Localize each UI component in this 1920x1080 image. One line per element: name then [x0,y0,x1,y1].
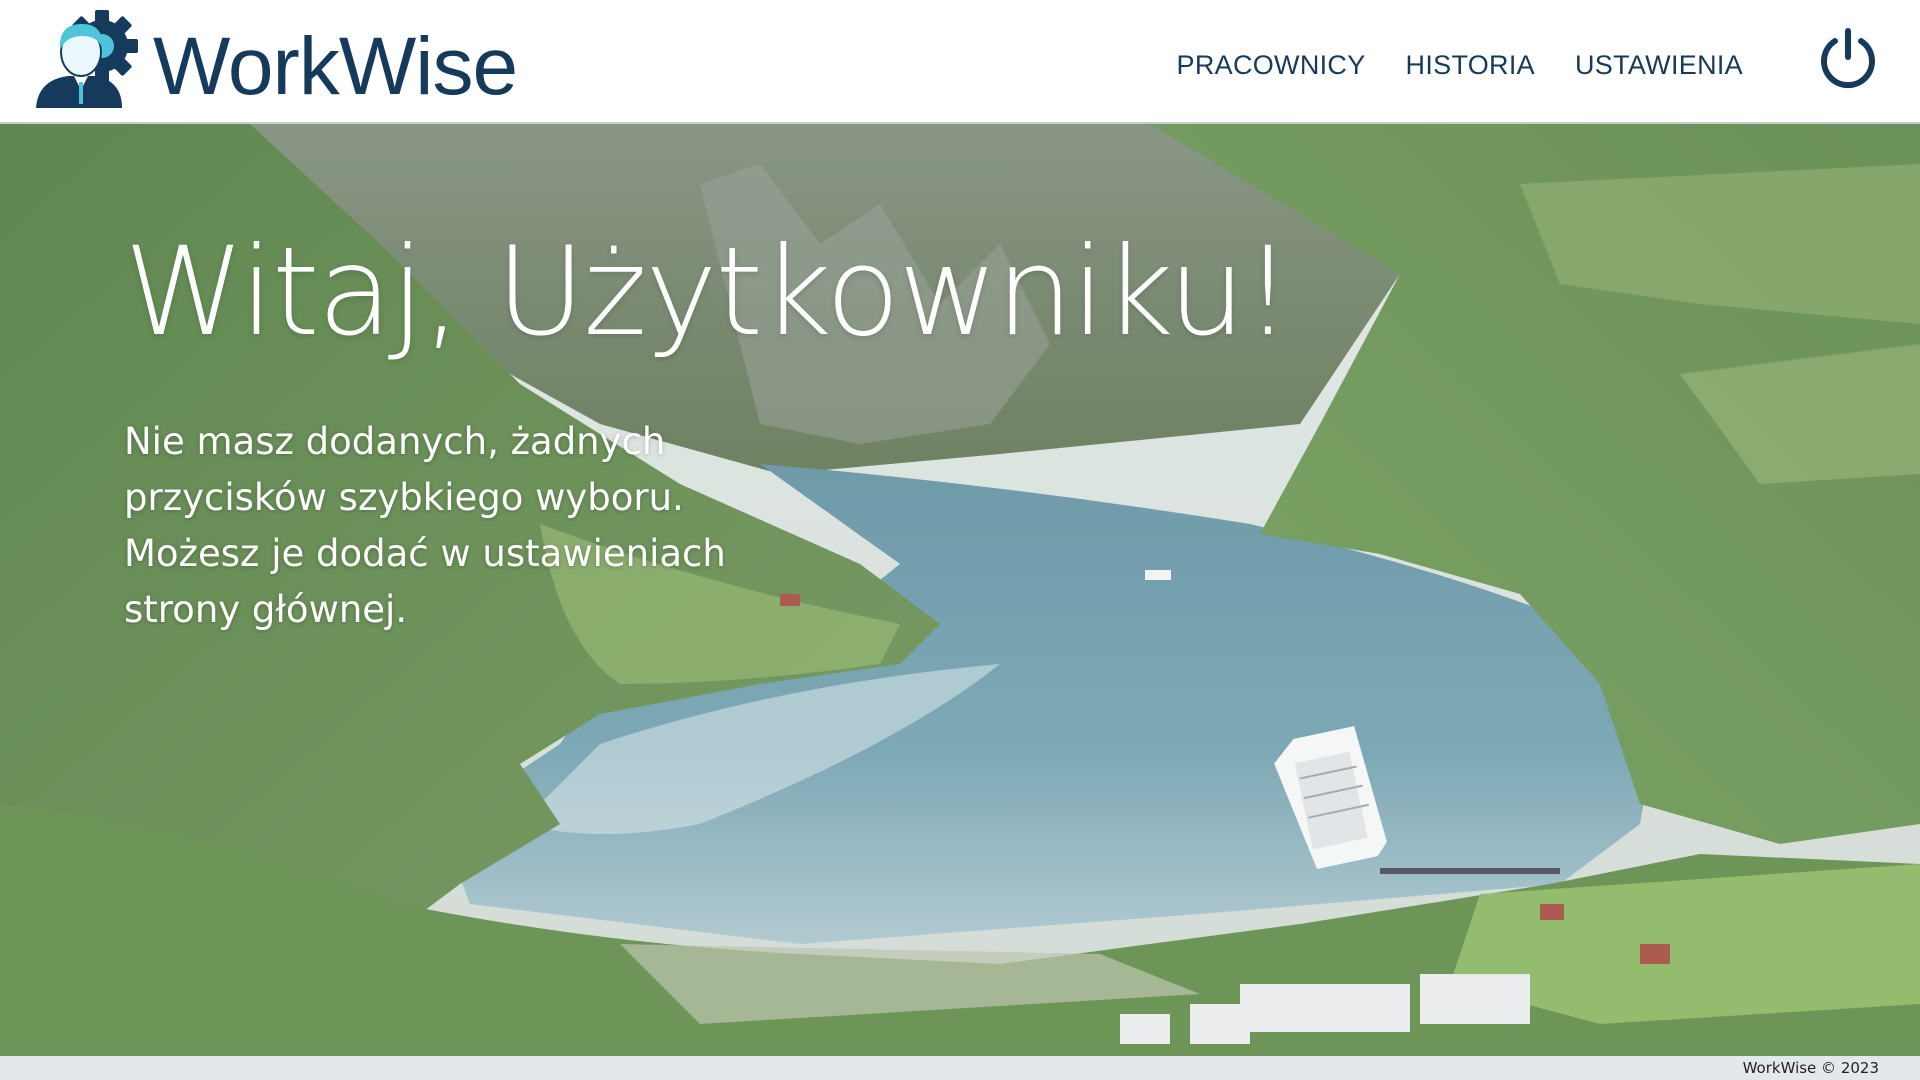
quick-buttons-empty-message: Nie masz dodanych, żadnych przycisków sz… [124,420,726,631]
top-navbar: WorkWise PRACOWNICY HISTORIA USTAWIENIA [0,0,1920,124]
copyright-text: WorkWise © 2023 [1742,1059,1879,1077]
power-icon[interactable] [1817,27,1879,89]
brand-name: WorkWise [153,21,518,112]
nav-link-pracownicy[interactable]: PRACOWNICY [1177,50,1366,81]
logo-icon[interactable] [32,8,147,114]
main-nav: PRACOWNICY HISTORIA USTAWIENIA [1177,50,1743,81]
welcome-heading: Witaj, Użytkowniku! [124,221,1292,363]
nav-link-ustawienia[interactable]: USTAWIENIA [1575,50,1743,81]
nav-link-historia[interactable]: HISTORIA [1406,50,1535,81]
footer: WorkWise © 2023 [0,1056,1920,1080]
